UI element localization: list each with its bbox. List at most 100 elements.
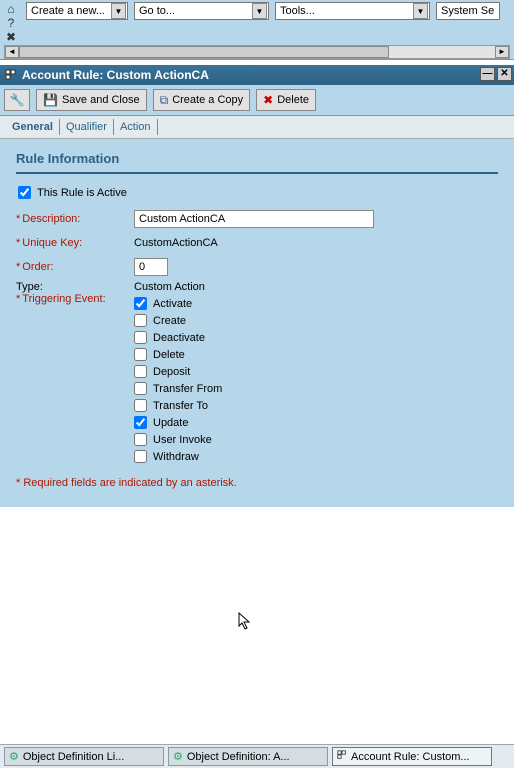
event-label: Create — [153, 315, 186, 327]
event-row: Deactivate — [134, 331, 222, 344]
delete-label: Delete — [277, 94, 309, 106]
event-label: Update — [153, 417, 188, 429]
save-and-close-label: Save and Close — [62, 94, 140, 106]
event-label: Activate — [153, 298, 192, 310]
event-checkbox-withdraw[interactable] — [134, 450, 147, 463]
chevron-down-icon: ▼ — [413, 3, 428, 19]
section-divider — [16, 172, 498, 174]
help-icon[interactable]: ? — [4, 16, 18, 30]
section-heading: Rule Information — [16, 151, 498, 166]
horizontal-scrollbar[interactable]: ◄ ► — [4, 45, 510, 59]
active-row: This Rule is Active — [16, 186, 498, 199]
event-checkbox-user-invoke[interactable] — [134, 433, 147, 446]
active-label: This Rule is Active — [37, 187, 127, 199]
chevron-down-icon: ▼ — [252, 3, 267, 19]
event-row: Transfer From — [134, 382, 222, 395]
event-label: Transfer To — [153, 400, 208, 412]
type-trigger-values: Custom Action Activate Create Deactivate De… — [134, 281, 222, 463]
type-value: Custom Action — [134, 281, 222, 293]
event-label: Deposit — [153, 366, 190, 378]
event-row: User Invoke — [134, 433, 222, 446]
event-checkbox-transfer-from[interactable] — [134, 382, 147, 395]
scroll-right-icon[interactable]: ► — [495, 46, 509, 58]
event-checkbox-deactivate[interactable] — [134, 331, 147, 344]
save-icon: 💾 — [43, 93, 58, 107]
event-label: Delete — [153, 349, 185, 361]
taskbar-label-1: Object Definition: A... — [187, 751, 290, 763]
scroll-track[interactable] — [19, 46, 495, 58]
scroll-thumb[interactable] — [19, 46, 389, 58]
taskbar-item-1[interactable]: ⚙ Object Definition: A... — [168, 747, 328, 766]
description-label: *Description: — [16, 213, 134, 225]
event-row: Transfer To — [134, 399, 222, 412]
home-icon[interactable]: ⌂ — [4, 2, 18, 16]
order-row: *Order: — [16, 257, 498, 277]
event-label: User Invoke — [153, 434, 212, 446]
create-new-label: Create a new... — [31, 5, 105, 17]
rule-information-panel: Rule Information This Rule is Active *De… — [0, 139, 514, 507]
window-titlebar: Account Rule: Custom ActionCA — ✕ — [0, 65, 514, 85]
goto-combo[interactable]: Go to... ▼ — [134, 2, 269, 20]
cursor-icon — [238, 612, 254, 632]
copy-icon: ⧉ — [160, 93, 169, 108]
close-button[interactable]: ✕ — [497, 67, 512, 81]
action-toolbar: 🔧 💾 Save and Close ⧉ Create a Copy ✖ Del… — [0, 85, 514, 116]
event-label: Withdraw — [153, 451, 199, 463]
scroll-left-icon[interactable]: ◄ — [5, 46, 19, 58]
create-new-combo[interactable]: Create a new... ▼ — [26, 2, 128, 20]
event-checkbox-create[interactable] — [134, 314, 147, 327]
event-row: Update — [134, 416, 222, 429]
taskbar-item-0[interactable]: ⚙ Object Definition Li... — [4, 747, 164, 766]
order-input[interactable] — [134, 258, 168, 276]
taskbar-label-0: Object Definition Li... — [23, 751, 125, 763]
event-checkbox-update[interactable] — [134, 416, 147, 429]
taskbar-label-2: Account Rule: Custom... — [351, 751, 470, 763]
close-icon[interactable]: ✖ — [4, 30, 18, 44]
event-checkbox-transfer-to[interactable] — [134, 399, 147, 412]
goto-label: Go to... — [139, 5, 175, 17]
delete-icon: ✖ — [263, 93, 273, 107]
tools-label: Tools... — [280, 5, 315, 17]
top-toolbar: ⌂ ? ✖ Create a new... ▼ Go to... ▼ Tools… — [0, 0, 514, 60]
event-checkbox-deposit[interactable] — [134, 365, 147, 378]
chevron-down-icon: ▼ — [111, 3, 126, 19]
top-left-icons: ⌂ ? ✖ — [4, 2, 18, 44]
event-row: Withdraw — [134, 450, 222, 463]
gear-icon: ⚙ — [173, 750, 183, 763]
active-checkbox[interactable] — [18, 186, 31, 199]
unique-key-value: CustomActionCA — [134, 237, 218, 249]
options-button[interactable]: 🔧 — [4, 89, 30, 111]
event-row: Delete — [134, 348, 222, 361]
event-row: Activate — [134, 297, 222, 310]
system-combo[interactable]: System Se — [436, 2, 500, 20]
type-label: Type: — [16, 281, 134, 293]
window-title: Account Rule: Custom ActionCA — [22, 68, 209, 82]
unique-key-label: *Unique Key: — [16, 237, 134, 249]
description-row: *Description: — [16, 209, 498, 229]
taskbar-item-2[interactable]: Account Rule: Custom... — [332, 747, 492, 766]
tab-qualifier[interactable]: Qualifier — [60, 119, 114, 135]
event-row: Create — [134, 314, 222, 327]
order-label: *Order: — [16, 261, 134, 273]
event-label: Deactivate — [153, 332, 205, 344]
tabs: General Qualifier Action — [0, 116, 514, 139]
event-label: Transfer From — [153, 383, 222, 395]
window-icon — [4, 68, 18, 82]
event-checkbox-delete[interactable] — [134, 348, 147, 361]
system-label: System Se — [441, 5, 494, 17]
tab-action[interactable]: Action — [114, 119, 158, 135]
create-copy-label: Create a Copy — [172, 94, 243, 106]
delete-button[interactable]: ✖ Delete — [256, 89, 316, 111]
combo-row: Create a new... ▼ Go to... ▼ Tools... ▼ … — [26, 2, 510, 20]
description-input[interactable] — [134, 210, 374, 228]
window-icon — [337, 750, 347, 763]
tab-general[interactable]: General — [6, 119, 60, 135]
triggering-events-list: Activate Create Deactivate Delete Deposit Tra… — [134, 297, 222, 463]
save-and-close-button[interactable]: 💾 Save and Close — [36, 89, 147, 111]
type-trigger-labels: Type: *Triggering Event: — [16, 281, 134, 305]
minimize-button[interactable]: — — [480, 67, 495, 81]
event-checkbox-activate[interactable] — [134, 297, 147, 310]
create-copy-button[interactable]: ⧉ Create a Copy — [153, 89, 251, 111]
tools-combo[interactable]: Tools... ▼ — [275, 2, 430, 20]
window-buttons: — ✕ — [480, 67, 512, 81]
